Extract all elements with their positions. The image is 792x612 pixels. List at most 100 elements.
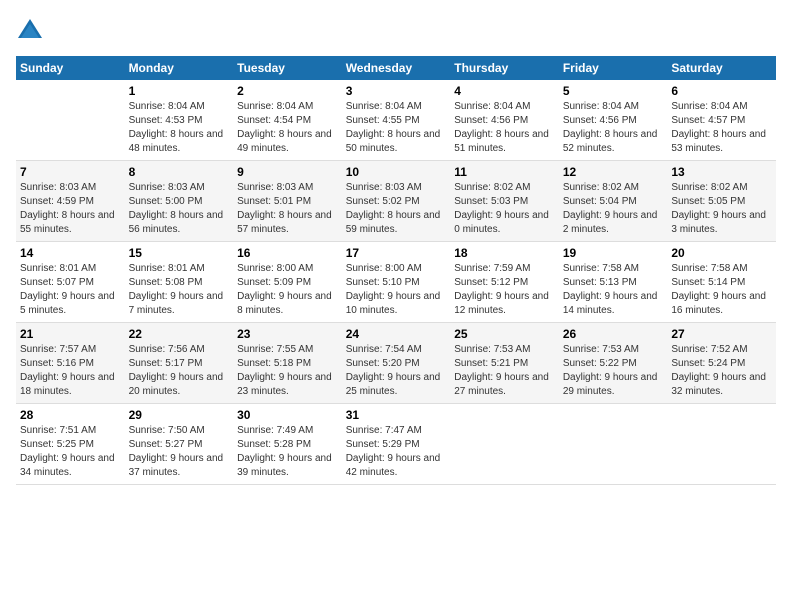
week-row-4: 28 Sunrise: 7:51 AMSunset: 5:25 PMDayligh…: [16, 404, 776, 485]
week-row-1: 7 Sunrise: 8:03 AMSunset: 4:59 PMDaylight…: [16, 161, 776, 242]
day-info: Sunrise: 8:03 AMSunset: 5:01 PMDaylight:…: [237, 181, 338, 237]
day-info: Sunrise: 8:01 AMSunset: 5:08 PMDaylight:…: [129, 262, 230, 318]
day-number: 20: [671, 246, 772, 260]
day-info: Sunrise: 7:49 AMSunset: 5:28 PMDaylight:…: [237, 424, 338, 480]
day-number: 9: [237, 165, 338, 179]
day-cell: 14 Sunrise: 8:01 AMSunset: 5:07 PMDayligh…: [16, 242, 125, 323]
week-row-2: 14 Sunrise: 8:01 AMSunset: 5:07 PMDayligh…: [16, 242, 776, 323]
day-info: Sunrise: 8:04 AMSunset: 4:56 PMDaylight:…: [454, 100, 555, 156]
day-info: Sunrise: 8:04 AMSunset: 4:54 PMDaylight:…: [237, 100, 338, 156]
day-info: Sunrise: 8:04 AMSunset: 4:55 PMDaylight:…: [346, 100, 447, 156]
day-info: Sunrise: 7:59 AMSunset: 5:12 PMDaylight:…: [454, 262, 555, 318]
day-cell: 20 Sunrise: 7:58 AMSunset: 5:14 PMDayligh…: [667, 242, 776, 323]
day-info: Sunrise: 7:58 AMSunset: 5:14 PMDaylight:…: [671, 262, 772, 318]
day-cell: [16, 80, 125, 161]
day-info: Sunrise: 7:55 AMSunset: 5:18 PMDaylight:…: [237, 343, 338, 399]
header-day-tuesday: Tuesday: [233, 56, 342, 80]
day-info: Sunrise: 7:51 AMSunset: 5:25 PMDaylight:…: [20, 424, 121, 480]
day-number: 27: [671, 327, 772, 341]
day-info: Sunrise: 8:01 AMSunset: 5:07 PMDaylight:…: [20, 262, 121, 318]
day-number: 17: [346, 246, 447, 260]
day-cell: 10Sunrise: 8:03 AMSunset: 5:02 PMDayligh…: [342, 161, 451, 242]
day-cell: 9 Sunrise: 8:03 AMSunset: 5:01 PMDaylight…: [233, 161, 342, 242]
day-number: 5: [563, 84, 664, 98]
day-info: Sunrise: 7:54 AMSunset: 5:20 PMDaylight:…: [346, 343, 447, 399]
day-cell: 25 Sunrise: 7:53 AMSunset: 5:21 PMDayligh…: [450, 323, 559, 404]
day-cell: 7 Sunrise: 8:03 AMSunset: 4:59 PMDaylight…: [16, 161, 125, 242]
day-info: Sunrise: 7:53 AMSunset: 5:22 PMDaylight:…: [563, 343, 664, 399]
day-cell: 11 Sunrise: 8:02 AMSunset: 5:03 PMDayligh…: [450, 161, 559, 242]
header-day-thursday: Thursday: [450, 56, 559, 80]
header: [16, 16, 776, 44]
logo-icon: [16, 16, 44, 44]
day-info: Sunrise: 7:47 AMSunset: 5:29 PMDaylight:…: [346, 424, 447, 480]
day-number: 13: [671, 165, 772, 179]
week-row-3: 21 Sunrise: 7:57 AMSunset: 5:16 PMDayligh…: [16, 323, 776, 404]
day-info: Sunrise: 8:03 AMSunset: 5:00 PMDaylight:…: [129, 181, 230, 237]
day-number: 2: [237, 84, 338, 98]
day-number: 15: [129, 246, 230, 260]
day-cell: 21 Sunrise: 7:57 AMSunset: 5:16 PMDayligh…: [16, 323, 125, 404]
day-cell: [559, 404, 668, 485]
page: SundayMondayTuesdayWednesdayThursdayFrid…: [0, 0, 792, 612]
day-cell: 4 Sunrise: 8:04 AMSunset: 4:56 PMDaylight…: [450, 80, 559, 161]
day-cell: 16 Sunrise: 8:00 AMSunset: 5:09 PMDayligh…: [233, 242, 342, 323]
day-number: 10: [346, 165, 447, 179]
day-cell: 6Sunrise: 8:04 AMSunset: 4:57 PMDaylight…: [667, 80, 776, 161]
day-number: 29: [129, 408, 230, 422]
day-info: Sunrise: 8:02 AMSunset: 5:03 PMDaylight:…: [454, 181, 555, 237]
day-cell: 29Sunrise: 7:50 AMSunset: 5:27 PMDayligh…: [125, 404, 234, 485]
day-cell: 1 Sunrise: 8:04 AMSunset: 4:53 PMDaylight…: [125, 80, 234, 161]
day-info: Sunrise: 7:58 AMSunset: 5:13 PMDaylight:…: [563, 262, 664, 318]
day-info: Sunrise: 7:53 AMSunset: 5:21 PMDaylight:…: [454, 343, 555, 399]
day-number: 25: [454, 327, 555, 341]
day-info: Sunrise: 8:04 AMSunset: 4:57 PMDaylight:…: [671, 100, 772, 156]
day-number: 26: [563, 327, 664, 341]
logo: [16, 16, 46, 44]
day-number: 1: [129, 84, 230, 98]
day-info: Sunrise: 8:02 AMSunset: 5:04 PMDaylight:…: [563, 181, 664, 237]
day-number: 23: [237, 327, 338, 341]
day-number: 4: [454, 84, 555, 98]
day-number: 19: [563, 246, 664, 260]
day-cell: 24Sunrise: 7:54 AMSunset: 5:20 PMDayligh…: [342, 323, 451, 404]
day-info: Sunrise: 7:57 AMSunset: 5:16 PMDaylight:…: [20, 343, 121, 399]
day-cell: 2 Sunrise: 8:04 AMSunset: 4:54 PMDaylight…: [233, 80, 342, 161]
day-cell: 18 Sunrise: 7:59 AMSunset: 5:12 PMDayligh…: [450, 242, 559, 323]
day-number: 7: [20, 165, 121, 179]
day-number: 21: [20, 327, 121, 341]
day-cell: 28 Sunrise: 7:51 AMSunset: 5:25 PMDayligh…: [16, 404, 125, 485]
day-cell: 3Sunrise: 8:04 AMSunset: 4:55 PMDaylight…: [342, 80, 451, 161]
header-day-saturday: Saturday: [667, 56, 776, 80]
day-info: Sunrise: 8:04 AMSunset: 4:56 PMDaylight:…: [563, 100, 664, 156]
day-cell: 26 Sunrise: 7:53 AMSunset: 5:22 PMDayligh…: [559, 323, 668, 404]
header-row: SundayMondayTuesdayWednesdayThursdayFrid…: [16, 56, 776, 80]
day-number: 8: [129, 165, 230, 179]
day-cell: 31 Sunrise: 7:47 AMSunset: 5:29 PMDayligh…: [342, 404, 451, 485]
day-number: 22: [129, 327, 230, 341]
day-cell: 15 Sunrise: 8:01 AMSunset: 5:08 PMDayligh…: [125, 242, 234, 323]
day-cell: [667, 404, 776, 485]
day-info: Sunrise: 8:02 AMSunset: 5:05 PMDaylight:…: [671, 181, 772, 237]
day-number: 11: [454, 165, 555, 179]
day-info: Sunrise: 8:04 AMSunset: 4:53 PMDaylight:…: [129, 100, 230, 156]
day-number: 14: [20, 246, 121, 260]
day-info: Sunrise: 8:00 AMSunset: 5:09 PMDaylight:…: [237, 262, 338, 318]
day-number: 31: [346, 408, 447, 422]
day-cell: 30Sunrise: 7:49 AMSunset: 5:28 PMDayligh…: [233, 404, 342, 485]
day-number: 16: [237, 246, 338, 260]
day-number: 28: [20, 408, 121, 422]
day-info: Sunrise: 8:03 AMSunset: 4:59 PMDaylight:…: [20, 181, 121, 237]
day-info: Sunrise: 8:00 AMSunset: 5:10 PMDaylight:…: [346, 262, 447, 318]
header-day-sunday: Sunday: [16, 56, 125, 80]
day-cell: 5 Sunrise: 8:04 AMSunset: 4:56 PMDaylight…: [559, 80, 668, 161]
header-day-monday: Monday: [125, 56, 234, 80]
day-info: Sunrise: 7:52 AMSunset: 5:24 PMDaylight:…: [671, 343, 772, 399]
day-cell: 17 Sunrise: 8:00 AMSunset: 5:10 PMDayligh…: [342, 242, 451, 323]
day-cell: 22Sunrise: 7:56 AMSunset: 5:17 PMDayligh…: [125, 323, 234, 404]
day-number: 12: [563, 165, 664, 179]
day-cell: 27 Sunrise: 7:52 AMSunset: 5:24 PMDayligh…: [667, 323, 776, 404]
day-cell: 8 Sunrise: 8:03 AMSunset: 5:00 PMDaylight…: [125, 161, 234, 242]
day-number: 18: [454, 246, 555, 260]
calendar-table: SundayMondayTuesdayWednesdayThursdayFrid…: [16, 56, 776, 485]
